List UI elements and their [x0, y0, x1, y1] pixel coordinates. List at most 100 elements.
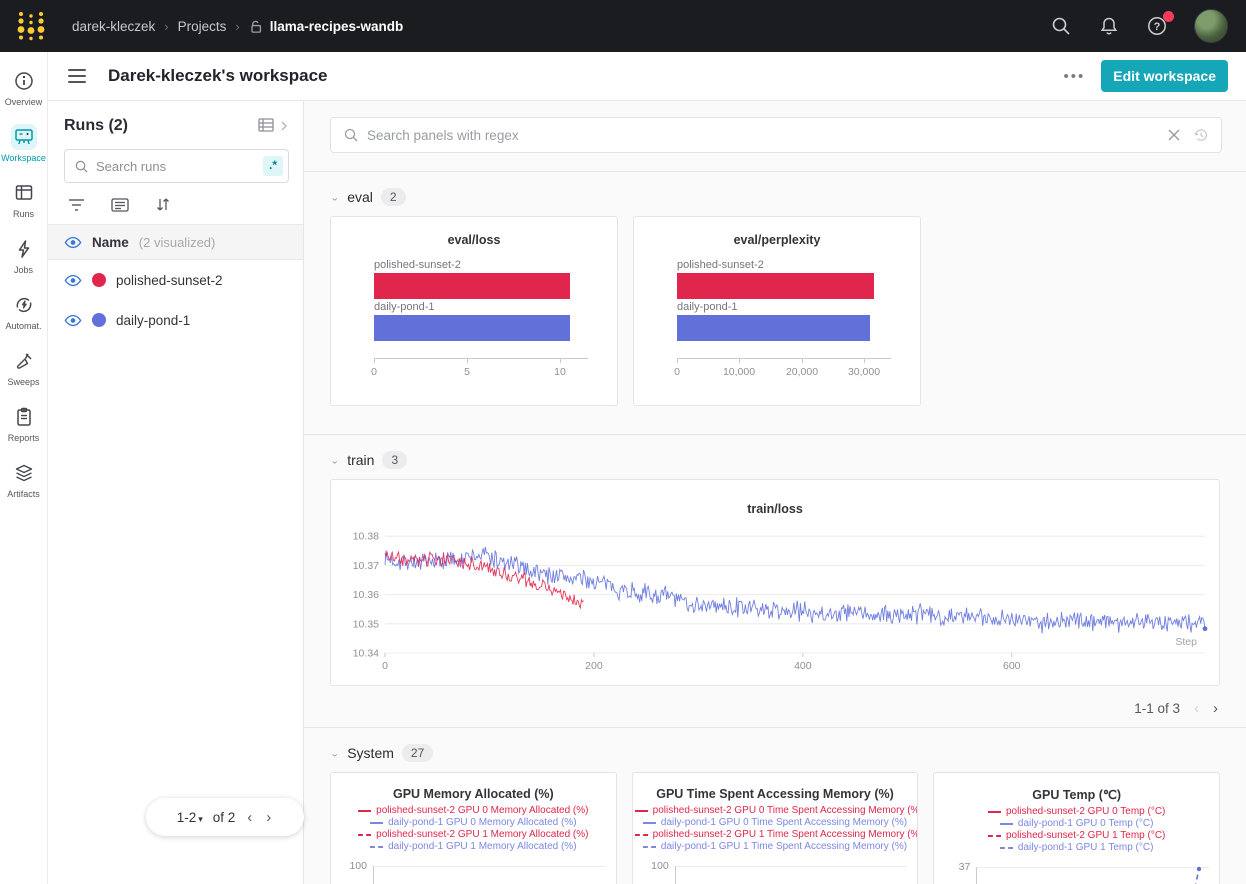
history-icon[interactable] [1193, 127, 1209, 143]
breadcrumb-user[interactable]: darek-kleczek [72, 19, 155, 34]
x-tick-label: 30,000 [848, 366, 880, 378]
runs-search-input[interactable] [96, 159, 256, 174]
run-row[interactable]: polished-sunset-2 [48, 260, 303, 300]
sidebar-item-workspace[interactable]: Workspace [1, 118, 47, 170]
train-page-label: 1-1 of 3 [1134, 701, 1180, 716]
table-expand-icon[interactable] [257, 117, 277, 135]
rising-line [1177, 861, 1207, 884]
next-page-button[interactable]: › [1213, 700, 1218, 717]
chart-legend: polished-sunset-2 GPU 0 Memory Allocated… [331, 804, 616, 852]
edit-workspace-button[interactable]: Edit workspace [1101, 60, 1228, 92]
panel-gpu-memory[interactable]: GPU Memory Allocated (%)polished-sunset-… [330, 772, 617, 884]
panel-eval-loss[interactable]: eval/losspolished-sunset-2daily-pond-105… [330, 216, 618, 406]
left-nav-rail: OverviewWorkspace Runs JobsAutomat.Sweeps R… [0, 52, 48, 884]
legend-dash [643, 822, 656, 824]
legend-item[interactable]: daily-pond-1 GPU 0 Memory Allocated (%) [331, 816, 616, 828]
legend-item[interactable]: polished-sunset-2 GPU 1 Temp (°C) [934, 829, 1219, 841]
eye-icon[interactable] [64, 314, 82, 327]
menu-icon[interactable] [68, 69, 86, 83]
legend-item[interactable]: daily-pond-1 GPU 1 Temp (°C) [934, 841, 1219, 853]
sidebar-item-sweeps[interactable]: Sweeps [1, 342, 47, 394]
section-eval-header[interactable]: ⌄ eval 2 [330, 172, 1220, 216]
next-page-button[interactable]: › [264, 809, 273, 826]
plot-area: 3736.5 [934, 861, 1219, 884]
x-tick-label: 0 [371, 366, 377, 378]
section-train-header[interactable]: ⌄ train 3 [330, 435, 1220, 479]
legend-item[interactable]: polished-sunset-2 GPU 1 Memory Allocated… [331, 828, 616, 840]
panel-gpu-time[interactable]: GPU Time Spent Accessing Memory (%)polis… [632, 772, 919, 884]
regex-toggle[interactable]: .* [263, 156, 283, 176]
x-tick-label: 5 [464, 366, 470, 378]
avatar[interactable] [1194, 9, 1228, 43]
runs-search[interactable]: .* [64, 149, 289, 183]
legend-label: daily-pond-1 GPU 1 Temp (°C) [1018, 842, 1154, 853]
legend-label: polished-sunset-2 GPU 0 Memory Allocated… [376, 805, 588, 816]
breadcrumb-projects[interactable]: Projects [178, 19, 227, 34]
legend-item[interactable]: polished-sunset-2 GPU 1 Time Spent Acces… [633, 828, 918, 840]
legend-item[interactable]: daily-pond-1 GPU 0 Temp (°C) [934, 817, 1219, 829]
x-tick-label: 10,000 [723, 366, 755, 378]
prev-page-button[interactable]: ‹ [1194, 700, 1199, 717]
eye-icon[interactable] [64, 236, 82, 249]
run-row[interactable]: daily-pond-1 [48, 300, 303, 340]
sidebar-item-overview[interactable]: Overview [1, 62, 47, 114]
y-tick-label: 100 [337, 860, 367, 872]
sidebar-item-label: Reports [8, 433, 40, 443]
runs-sidebar: Runs (2) .* [48, 101, 304, 884]
sidebar-item-automat[interactable]: Automat. [1, 286, 47, 338]
legend-item[interactable]: polished-sunset-2 GPU 0 Temp (°C) [934, 805, 1219, 817]
breadcrumb-project[interactable]: llama-recipes-wandb [249, 19, 404, 34]
workspace-header: Darek-kleczek's workspace ••• Edit works… [48, 52, 1246, 101]
legend-dash [635, 810, 648, 812]
sidebar-item-label: Runs [13, 209, 34, 219]
panel-train-loss[interactable]: train/loss10.3410.3510.3610.3710.3802004… [330, 479, 1220, 686]
clear-icon[interactable] [1167, 128, 1181, 142]
bar [374, 315, 570, 341]
sidebar-item-artifacts[interactable]: Artifacts [1, 454, 47, 506]
layers-icon [13, 462, 35, 484]
columns-icon[interactable] [111, 198, 129, 212]
x-axis-label: Step [1175, 636, 1197, 648]
runs-header-row[interactable]: Name (2 visualized) [48, 224, 303, 260]
chart-legend: polished-sunset-2 GPU 0 Temp (°C)daily-p… [934, 805, 1219, 853]
panel-gpu-temp[interactable]: GPU Temp (℃)polished-sunset-2 GPU 0 Temp… [933, 772, 1220, 884]
wandb-logo[interactable] [14, 8, 48, 44]
legend-item[interactable]: daily-pond-1 GPU 0 Time Spent Accessing … [633, 816, 918, 828]
sidebar-item-reports[interactable]: Reports [1, 398, 47, 450]
legend-label: polished-sunset-2 GPU 1 Temp (°C) [1006, 830, 1165, 841]
runs-page-range[interactable]: 1-2▾ [177, 810, 203, 825]
overflow-menu-icon[interactable]: ••• [1064, 68, 1086, 85]
legend-item[interactable]: polished-sunset-2 GPU 0 Memory Allocated… [331, 804, 616, 816]
eye-icon[interactable] [64, 274, 82, 287]
y-tick-label: 100 [639, 860, 669, 872]
section-system-header[interactable]: ⌄ System 27 [330, 728, 1220, 772]
lightning-icon [13, 238, 35, 260]
legend-item[interactable]: polished-sunset-2 GPU 0 Time Spent Acces… [633, 804, 918, 816]
y-tick-label: 10.37 [353, 560, 379, 572]
legend-label: daily-pond-1 GPU 0 Memory Allocated (%) [388, 817, 576, 828]
section-count-badge: 27 [402, 744, 433, 762]
legend-item[interactable]: daily-pond-1 GPU 1 Memory Allocated (%) [331, 840, 616, 852]
prev-page-button[interactable]: ‹ [245, 809, 254, 826]
filter-icon[interactable] [68, 198, 85, 212]
search-icon[interactable] [1050, 15, 1072, 37]
sort-icon[interactable] [155, 197, 171, 212]
search-icon [74, 159, 89, 174]
legend-dash [635, 834, 648, 836]
help-icon[interactable]: ? [1146, 15, 1168, 37]
sidebar-item-jobs[interactable]: Jobs [1, 230, 47, 282]
section-eval: ⌄ eval 2 eval/losspolished-sunset-2daily… [304, 172, 1246, 434]
sidebar-item-runs[interactable]: Runs [1, 174, 47, 226]
chevron-down-icon: ⌄ [330, 192, 339, 202]
y-tick-label: 10.38 [353, 531, 379, 543]
bar [677, 315, 870, 341]
chevron-right-icon[interactable] [279, 120, 289, 132]
panel-eval-perplexity[interactable]: eval/perplexitypolished-sunset-2daily-po… [633, 216, 921, 406]
legend-label: polished-sunset-2 GPU 0 Temp (°C) [1006, 806, 1165, 817]
legend-item[interactable]: daily-pond-1 GPU 1 Time Spent Accessing … [633, 840, 918, 852]
panel-search[interactable] [330, 117, 1222, 153]
bar [677, 273, 874, 299]
bell-icon[interactable] [1098, 15, 1120, 37]
chevron-down-icon: ⌄ [330, 748, 339, 758]
panel-search-input[interactable] [367, 128, 1159, 143]
